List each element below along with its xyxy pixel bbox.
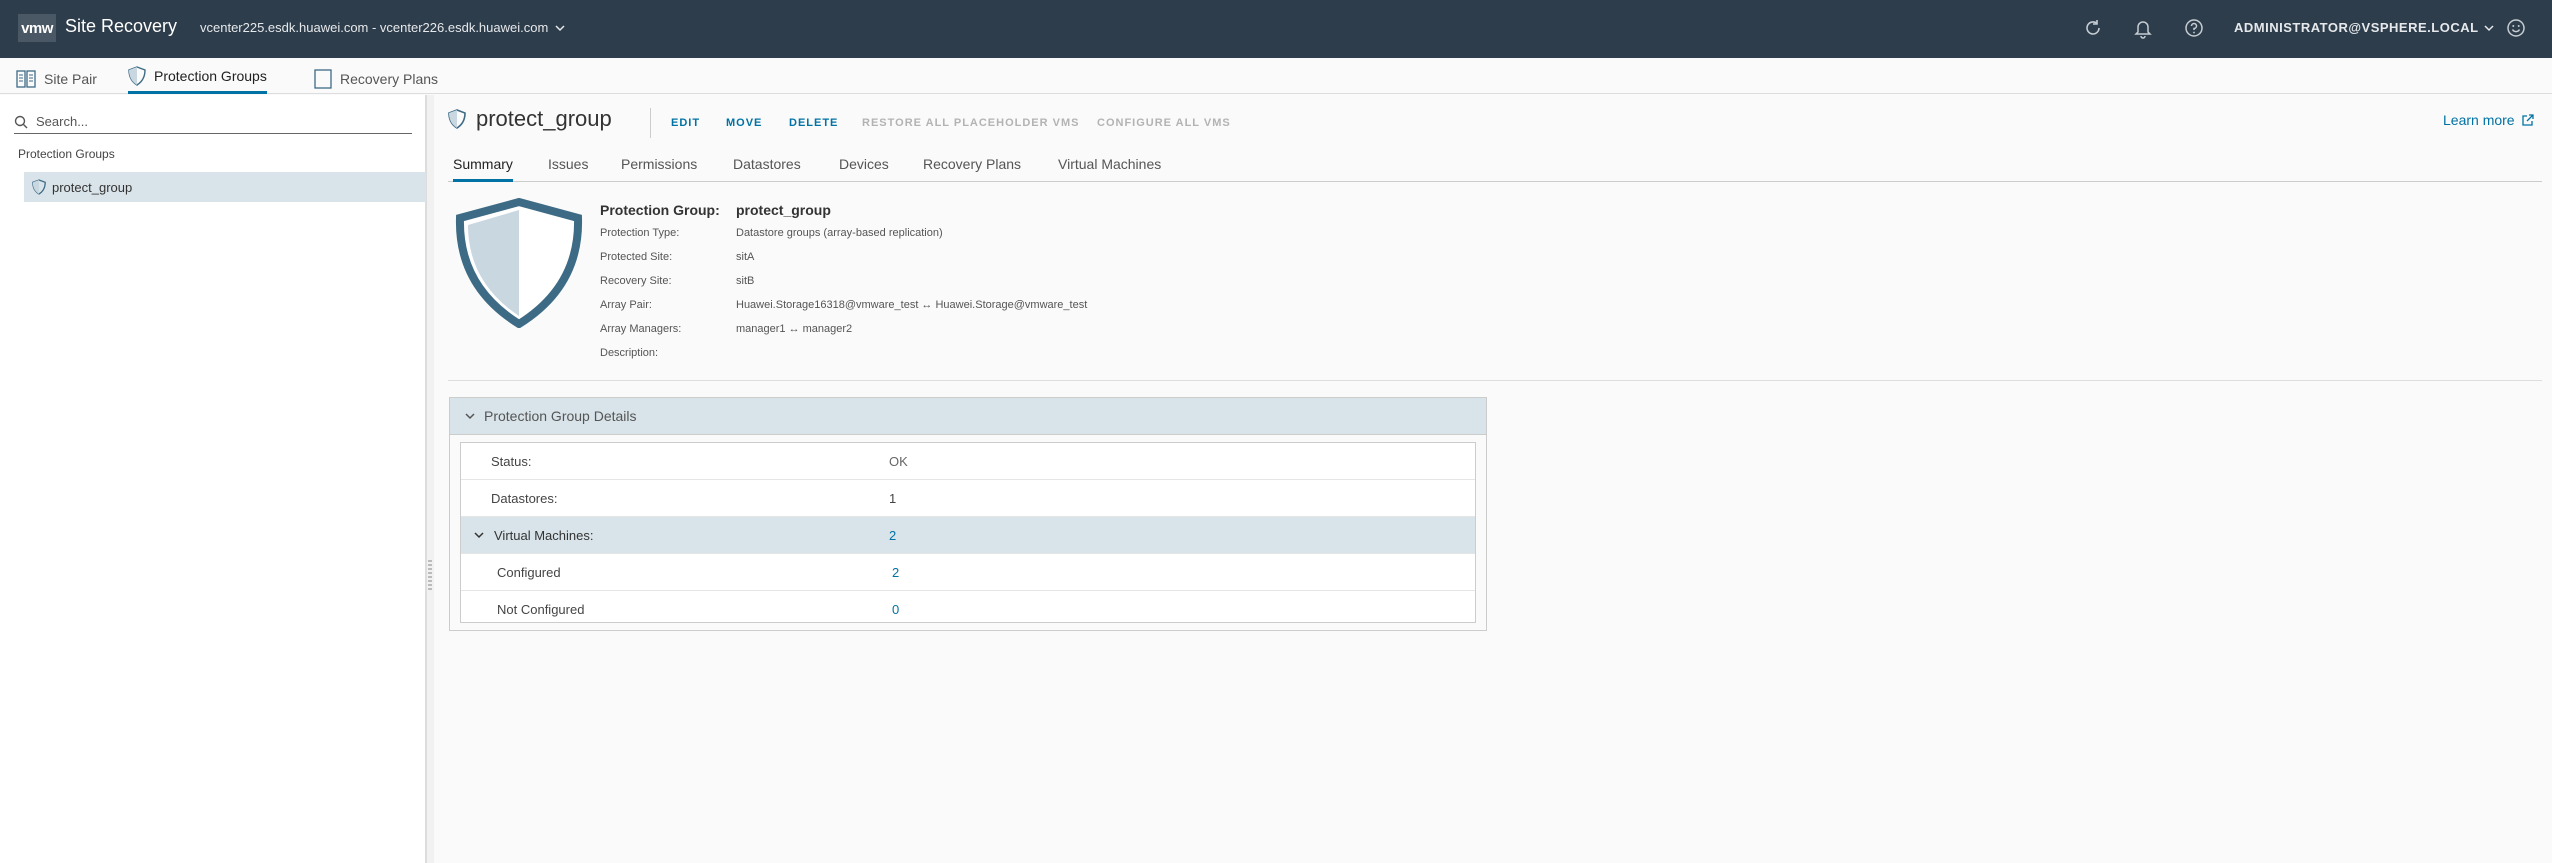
tab-issues[interactable]: Issues [548, 156, 588, 182]
smiley-icon[interactable] [2505, 17, 2527, 39]
learn-more-label: Learn more [2443, 112, 2515, 128]
shield-icon [32, 179, 46, 195]
tab-summary[interactable]: Summary [453, 156, 513, 182]
status-label: Status: [491, 454, 532, 469]
details-title: Protection Group Details [484, 408, 637, 424]
table-row: Status: OK [461, 443, 1475, 480]
sidebar-item-label: protect_group [52, 179, 133, 195]
table-row: Configured 2 [461, 554, 1475, 591]
summary-value: sitA [736, 251, 755, 263]
details-table: Status: OK Datastores: 1 Virtual Machine… [460, 442, 1476, 623]
shield-icon [448, 109, 466, 129]
tab-virtual-machines[interactable]: Virtual Machines [1058, 156, 1161, 182]
chevron-down-icon [555, 24, 565, 31]
not-configured-link[interactable]: 0 [892, 602, 899, 617]
top-header: vmw Site Recovery vcenter225.esdk.huawei… [0, 0, 2552, 58]
delete-button[interactable]: DELETE [789, 117, 838, 129]
tab-recovery-plans-content[interactable]: Recovery Plans [923, 156, 1021, 182]
summary-value: manager1 ↔ manager2 [736, 323, 853, 335]
site-pair-label: vcenter225.esdk.huawei.com - vcenter226.… [200, 20, 549, 35]
summary-label: Description: [600, 347, 659, 359]
datastores-label: Datastores: [491, 491, 558, 506]
summary-label: Protection Type: [600, 227, 680, 239]
summary-label: Array Managers: [600, 323, 682, 335]
vmware-logo: vmw [18, 14, 56, 42]
configure-all-vms-button[interactable]: CONFIGURE ALL VMS [1097, 117, 1231, 129]
divider [448, 380, 2542, 381]
details-header[interactable]: Protection Group Details [450, 398, 1486, 435]
table-row: Datastores: 1 [461, 480, 1475, 517]
site-pair-icon [16, 70, 36, 88]
tab-protection-groups-label: Protection Groups [154, 67, 267, 84]
tab-devices[interactable]: Devices [839, 156, 889, 182]
not-configured-label: Not Configured [497, 602, 585, 617]
summary-label: Recovery Site: [600, 275, 672, 287]
help-icon[interactable] [2183, 17, 2205, 39]
tab-datastores[interactable]: Datastores [733, 156, 801, 182]
edit-button[interactable]: EDIT [671, 117, 700, 129]
user-menu[interactable]: Administrator@VSPHERE.LOCAL [2234, 20, 2495, 35]
learn-more-link[interactable]: Learn more [2443, 112, 2535, 128]
external-link-icon [2521, 114, 2534, 126]
sidebar-section-title: Protection Groups [18, 147, 115, 161]
sidebar [0, 95, 426, 863]
chevron-down-icon [2484, 24, 2494, 31]
protection-group-shield-icon [455, 198, 583, 328]
content-tabs: Summary Issues Permissions Datastores De… [448, 152, 2542, 182]
chevron-down-icon [465, 413, 475, 420]
tab-protection-groups[interactable]: Protection Groups [128, 60, 267, 94]
page-title-text: protect_group [476, 106, 612, 131]
panel-splitter[interactable] [426, 95, 434, 863]
protection-group-details-panel: Protection Group Details Status: OK Data… [449, 397, 1487, 631]
search-field[interactable] [14, 110, 412, 134]
summary-group-label: Protection Group: [600, 202, 720, 218]
move-button[interactable]: MOVE [726, 117, 762, 129]
tab-permissions[interactable]: Permissions [621, 156, 697, 182]
datastores-value: 1 [889, 491, 897, 506]
summary-group-value: protect_group [736, 202, 831, 218]
chevron-down-icon[interactable] [473, 529, 485, 541]
restore-placeholder-vms-button[interactable]: RESTORE ALL PLACEHOLDER VMS [862, 117, 1079, 129]
status-value: OK [889, 454, 908, 469]
configured-link[interactable]: 2 [892, 565, 899, 580]
shield-icon [128, 65, 146, 86]
user-name: Administrator@VSPHERE.LOCAL [2234, 20, 2479, 35]
summary-label: Array Pair: [600, 299, 652, 311]
divider [650, 108, 651, 138]
tab-site-pair[interactable]: Site Pair [16, 64, 97, 94]
bell-icon[interactable] [2132, 17, 2154, 39]
refresh-icon[interactable] [2082, 17, 2104, 39]
virtual-machines-label: Virtual Machines: [494, 528, 594, 543]
summary-label: Protected Site: [600, 251, 673, 263]
splitter-grip[interactable] [428, 560, 432, 590]
summary-value: Huawei.Storage16318@vmware_test ↔ Huawei… [736, 299, 1088, 311]
search-icon [14, 115, 28, 128]
tab-recovery-plans-label: Recovery Plans [340, 71, 439, 87]
search-input[interactable] [36, 114, 396, 129]
tab-site-pair-label: Site Pair [44, 71, 97, 87]
app-title: Site Recovery [65, 16, 178, 36]
recovery-plan-icon [314, 69, 332, 89]
tab-recovery-plans[interactable]: Recovery Plans [314, 64, 438, 94]
virtual-machines-link[interactable]: 2 [889, 528, 896, 543]
table-row: Not Configured 0 [461, 591, 1475, 628]
page-title: protect_group [448, 106, 612, 132]
table-row-virtual-machines[interactable]: Virtual Machines: 2 [461, 517, 1475, 554]
sidebar-item-protect-group[interactable]: protect_group [24, 172, 426, 202]
site-pair-selector[interactable]: vcenter225.esdk.huawei.com - vcenter226.… [200, 20, 566, 35]
summary-value: Datastore groups (array-based replicatio… [736, 227, 943, 239]
summary-value: sitB [736, 275, 755, 287]
configured-label: Configured [497, 565, 561, 580]
